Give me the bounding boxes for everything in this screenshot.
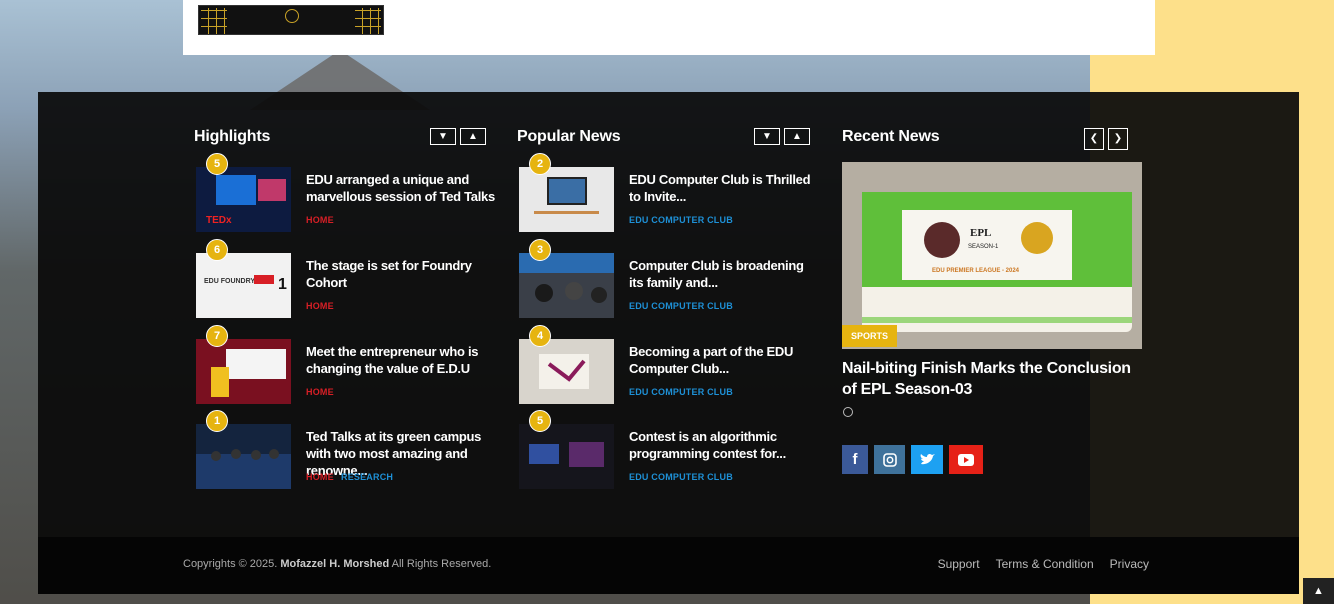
list-item[interactable]: 2 EDU Computer Club is Thrilled to Invit…: [517, 153, 819, 232]
category-link[interactable]: HOME: [306, 472, 334, 482]
logo-seal: [285, 9, 299, 23]
svg-text:1: 1: [278, 276, 287, 293]
highlights-nav: ▼ ▲: [430, 128, 486, 145]
thumbnail-image[interactable]: [519, 167, 614, 232]
rank-badge: 4: [529, 325, 551, 347]
category-link[interactable]: HOME: [306, 301, 334, 311]
item-title[interactable]: Becoming a part of the EDU Computer Club…: [629, 343, 819, 377]
cake-sublabel: SEASON-1: [968, 244, 999, 250]
category-link[interactable]: EDU COMPUTER CLUB: [629, 301, 733, 311]
category-link[interactable]: EDU COMPUTER CLUB: [629, 387, 733, 397]
category-link[interactable]: EDU COMPUTER CLUB: [629, 215, 733, 225]
popular-nav: ▼ ▲: [754, 128, 810, 145]
category-link[interactable]: EDU COMPUTER CLUB: [629, 472, 733, 482]
privacy-link[interactable]: Privacy: [1110, 557, 1149, 571]
chevron-right-icon[interactable]: ❯: [1108, 128, 1128, 150]
list-item[interactable]: 1 Ted Talks at its green campus with two…: [194, 410, 496, 489]
scroll-to-top-button[interactable]: ▲: [1303, 578, 1334, 604]
svg-text:TEDx: TEDx: [206, 215, 232, 226]
footer-links: Support Terms & Condition Privacy: [938, 557, 1149, 571]
thumbnail-image[interactable]: TEDx: [196, 167, 291, 232]
category-tag[interactable]: SPORTS: [842, 325, 898, 347]
item-title[interactable]: Computer Club is broadening its family a…: [629, 257, 819, 291]
logo-grid-right: [355, 8, 381, 34]
terms-link[interactable]: Terms & Condition: [996, 557, 1094, 571]
copyright-text: Copyrights © 2025. Mofazzel H. Morshed A…: [183, 558, 491, 570]
logo-grid-left: [201, 8, 227, 34]
thumbnail-image[interactable]: [519, 339, 614, 404]
recent-news-title: Recent News: [842, 128, 940, 145]
cake-banner: EDU PREMIER LEAGUE - 2024: [932, 268, 1020, 274]
item-title[interactable]: Meet the entrepreneur who is changing th…: [306, 343, 496, 377]
category-link[interactable]: HOME: [306, 387, 334, 397]
rank-badge: 1: [206, 410, 228, 432]
copyright-owner: Mofazzel H. Morshed: [280, 558, 390, 570]
twitter-icon[interactable]: [911, 445, 943, 474]
rank-badge: 3: [529, 239, 551, 261]
item-title[interactable]: The stage is set for Foundry Cohort: [306, 257, 496, 291]
cake-label: EPL: [970, 227, 991, 239]
rank-badge: 6: [206, 239, 228, 261]
category-link-secondary[interactable]: RESEARCH: [341, 472, 393, 482]
facebook-icon[interactable]: f: [842, 445, 868, 474]
thumbnail-image[interactable]: EDU FOUNDRY 1: [196, 253, 291, 318]
support-link[interactable]: Support: [938, 557, 980, 571]
social-links: f: [842, 445, 983, 474]
item-title[interactable]: Ted Talks at its green campus with two m…: [306, 428, 496, 479]
list-item[interactable]: 3 Computer Club is broadening its family…: [517, 239, 819, 318]
footer-widgets: Highlights ▼ ▲ TEDx 5 EDU arranged a uni…: [38, 92, 1299, 537]
thumbnail-image[interactable]: [196, 424, 291, 489]
highlights-title: Highlights: [194, 128, 271, 145]
thumbnail-image[interactable]: [196, 339, 291, 404]
clock-icon: [843, 407, 853, 417]
recent-nav: ❮ ❯: [1084, 128, 1128, 150]
list-item[interactable]: EDU FOUNDRY 1 6 The stage is set for Foun…: [194, 239, 496, 318]
chevron-down-icon[interactable]: ▼: [754, 128, 780, 145]
copyright-prefix: Copyrights © 2025.: [183, 558, 278, 570]
rank-badge: 5: [206, 153, 228, 175]
background-edge: [1300, 0, 1334, 604]
chevron-down-icon[interactable]: ▼: [430, 128, 456, 145]
item-title[interactable]: Contest is an algorithmic programming co…: [629, 428, 819, 462]
item-title[interactable]: EDU Computer Club is Thrilled to Invite.…: [629, 171, 819, 205]
thumbnail-image[interactable]: [519, 424, 614, 489]
instagram-icon[interactable]: [874, 445, 905, 474]
rank-badge: 5: [529, 410, 551, 432]
item-title[interactable]: EDU arranged a unique and marvellous ses…: [306, 171, 496, 205]
list-item[interactable]: 5 Contest is an algorithmic programming …: [517, 410, 819, 489]
svg-text:EDU FOUNDRY: EDU FOUNDRY: [204, 278, 255, 285]
rank-badge: 2: [529, 153, 551, 175]
list-item[interactable]: TEDx 5 EDU arranged a unique and marvell…: [194, 153, 496, 232]
copyright-suffix: All Rights Reserved.: [391, 558, 492, 570]
recent-news-image[interactable]: EPL SEASON-1 EDU PREMIER LEAGUE - 2024: [842, 162, 1142, 349]
recent-news-headline[interactable]: Nail-biting Finish Marks the Conclusion …: [842, 358, 1132, 400]
chevron-up-icon[interactable]: ▲: [784, 128, 810, 145]
popular-news-title: Popular News: [517, 128, 621, 145]
list-item[interactable]: 4 Becoming a part of the EDU Computer Cl…: [517, 325, 819, 404]
arrow-up-icon: ▲: [1313, 585, 1324, 597]
chevron-left-icon[interactable]: ❮: [1084, 128, 1104, 150]
copyright-bar: Copyrights © 2025. Mofazzel H. Morshed A…: [38, 537, 1299, 594]
rank-badge: 7: [206, 325, 228, 347]
thumbnail-image[interactable]: [519, 253, 614, 318]
chevron-up-icon[interactable]: ▲: [460, 128, 486, 145]
youtube-icon[interactable]: [949, 445, 983, 474]
category-link[interactable]: HOME: [306, 215, 334, 225]
site-logo[interactable]: [198, 5, 384, 35]
list-item[interactable]: 7 Meet the entrepreneur who is changing …: [194, 325, 496, 404]
